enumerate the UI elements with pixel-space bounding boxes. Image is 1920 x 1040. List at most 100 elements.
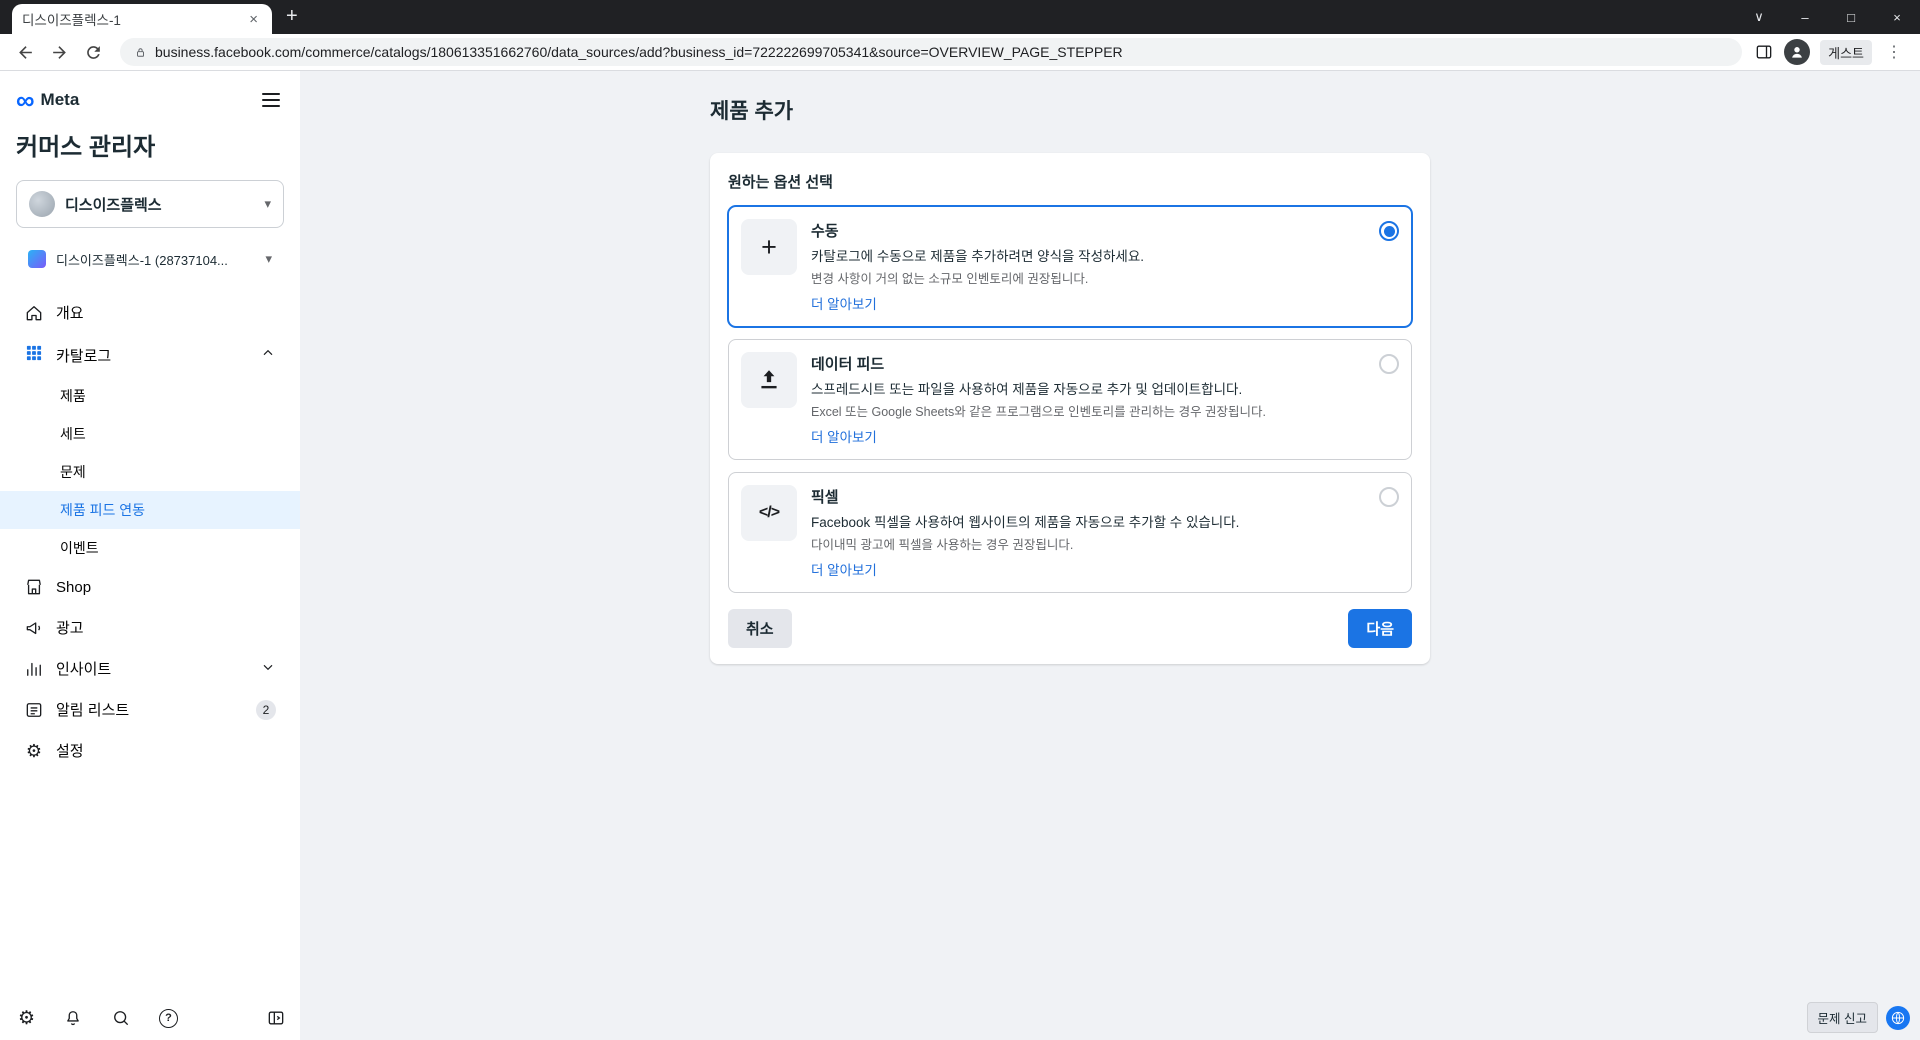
- window-controls: ∨ – □ ×: [1736, 0, 1920, 34]
- window-chevron-icon[interactable]: ∨: [1736, 0, 1782, 34]
- tab-close-icon[interactable]: ×: [245, 11, 262, 28]
- forward-icon: [52, 45, 66, 59]
- learn-more-link[interactable]: 더 알아보기: [811, 293, 877, 313]
- option-title: 수동: [811, 223, 839, 240]
- radio-pixel[interactable]: [1379, 487, 1399, 507]
- bar-chart-icon: [27, 662, 41, 676]
- tab-title: 디스이즈플렉스-1: [22, 13, 121, 28]
- next-button[interactable]: 다음: [1348, 609, 1412, 648]
- cancel-button[interactable]: 취소: [728, 609, 792, 648]
- nav-label: 개요: [56, 305, 84, 322]
- nav-label: 광고: [56, 620, 84, 637]
- catalog-avatar: [28, 250, 46, 268]
- list-icon: [26, 702, 42, 717]
- gear-icon: ⚙: [25, 740, 43, 761]
- sidebar-bottom-bar: ⚙ ?: [18, 1008, 286, 1028]
- back-icon: [18, 45, 32, 59]
- grid-icon: [24, 343, 44, 367]
- business-selector[interactable]: 디스이즈플렉스 ▾: [16, 180, 284, 228]
- megaphone-icon: [26, 621, 41, 634]
- nav-label: Shop: [56, 578, 92, 596]
- meta-brand-text: Meta: [40, 90, 80, 109]
- sidebar-item-shop[interactable]: Shop: [16, 567, 284, 607]
- collapse-sidebar-button[interactable]: [266, 1008, 286, 1028]
- catalog-name: 디스이즈플렉스-1 (28737104...: [56, 252, 228, 268]
- radio-manual[interactable]: [1379, 221, 1399, 241]
- sidebar-subitem-events[interactable]: 이벤트: [0, 529, 300, 567]
- help-button[interactable]: ?: [159, 1008, 179, 1028]
- new-tab-button[interactable]: +: [272, 5, 312, 34]
- storefront-icon: [27, 579, 41, 595]
- address-bar[interactable]: business.facebook.com/commerce/catalogs/…: [120, 38, 1743, 66]
- nav-label: 인사이트: [56, 661, 112, 678]
- option-note: 변경 사항이 거의 없는 소규모 인벤토리에 권장됩니다.: [811, 272, 1089, 286]
- collapse-panel-icon: [268, 1011, 284, 1025]
- sidebar-subitem-products[interactable]: 제품: [0, 377, 300, 415]
- option-title: 픽셀: [811, 489, 839, 506]
- refresh-button[interactable]: [78, 37, 108, 67]
- sidebar-subitem-issues[interactable]: 문제: [0, 453, 300, 491]
- option-title: 데이터 피드: [811, 356, 885, 373]
- option-description: 카탈로그에 수동으로 제품을 추가하려면 양식을 작성하세요.: [811, 249, 1145, 264]
- learn-more-link[interactable]: 더 알아보기: [811, 426, 877, 446]
- sidebar-item-ads[interactable]: 광고: [16, 607, 284, 648]
- settings-button[interactable]: ⚙: [18, 1009, 35, 1028]
- search-button[interactable]: [111, 1008, 131, 1028]
- url-text: business.facebook.com/commerce/catalogs/…: [155, 44, 1123, 60]
- code-icon: </>: [741, 485, 797, 541]
- upload-icon: [741, 352, 797, 408]
- refresh-icon: [86, 45, 100, 59]
- language-button[interactable]: [1886, 1005, 1910, 1030]
- bell-icon: [67, 1011, 79, 1026]
- catalog-selector[interactable]: 디스이즈플렉스-1 (28737104... ▾: [16, 242, 284, 276]
- toolbar-right: 게스트 ⋮: [1754, 39, 1910, 65]
- profile-avatar[interactable]: [1784, 39, 1811, 65]
- option-pixel[interactable]: </> 픽셀 Facebook 픽셀을 사용하여 웹사이트의 제품을 자동으로 …: [728, 472, 1412, 593]
- window-maximize-button[interactable]: □: [1828, 0, 1874, 34]
- notifications-button[interactable]: [63, 1008, 83, 1028]
- sidebar-item-settings[interactable]: ⚙ 설정: [16, 730, 284, 771]
- card-title: 원하는 옵션 선택: [728, 174, 833, 191]
- business-name: 디스이즈플렉스: [65, 196, 162, 214]
- sidebar-item-insights[interactable]: 인사이트: [16, 648, 284, 689]
- option-data-feed[interactable]: 데이터 피드 스프레드시트 또는 파일을 사용하여 제품을 자동으로 추가 및 …: [728, 339, 1412, 460]
- sidebar-subitem-data-sources[interactable]: 제품 피드 연동: [0, 491, 300, 529]
- option-note: Excel 또는 Google Sheets와 같은 프로그램으로 인벤토리를 …: [811, 405, 1267, 419]
- sidebar-subitem-sets[interactable]: 세트: [0, 415, 300, 453]
- option-note: 다이내믹 광고에 픽셀을 사용하는 경우 권장됩니다.: [811, 538, 1074, 552]
- search-icon: [114, 1011, 129, 1026]
- window-minimize-button[interactable]: –: [1782, 0, 1828, 34]
- gear-icon: ⚙: [18, 1007, 36, 1029]
- forward-button[interactable]: [44, 37, 74, 67]
- options-card: 원하는 옵션 선택 + 수동 카탈로그에 수동으로 제품을 추가하려면 양식을 …: [710, 153, 1430, 664]
- lock-icon: [137, 47, 144, 57]
- sidebar-item-overview[interactable]: 개요: [16, 292, 284, 333]
- browser-menu-icon[interactable]: ⋮: [1882, 42, 1906, 62]
- meta-logo-icon: ∞: [16, 85, 35, 115]
- chevron-down-icon: [260, 659, 276, 679]
- option-description: 스프레드시트 또는 파일을 사용하여 제품을 자동으로 추가 및 업데이트합니다…: [811, 382, 1243, 397]
- browser-toolbar: business.facebook.com/commerce/catalogs/…: [0, 34, 1920, 71]
- page-title: 제품 추가: [710, 100, 794, 123]
- window-close-button[interactable]: ×: [1874, 0, 1920, 34]
- sidebar-item-catalog[interactable]: 카탈로그: [16, 333, 284, 377]
- question-icon: ?: [159, 1008, 179, 1028]
- main-content: 제품 추가 원하는 옵션 선택 + 수동 카탈로그에 수동으로 제품을 추가하려…: [300, 71, 1920, 1040]
- globe-icon: [1891, 1011, 1905, 1024]
- sidebar-item-alerts[interactable]: 알림 리스트 2: [16, 689, 284, 730]
- caret-down-icon: ▾: [265, 251, 272, 266]
- nav-label: 알림 리스트: [56, 702, 130, 719]
- side-panel-button[interactable]: [1754, 42, 1774, 62]
- person-icon: [1792, 47, 1802, 58]
- option-manual[interactable]: + 수동 카탈로그에 수동으로 제품을 추가하려면 양식을 작성하세요. 변경 …: [728, 206, 1412, 327]
- plus-icon: +: [741, 219, 797, 275]
- back-button[interactable]: [10, 37, 40, 67]
- guest-profile-chip[interactable]: 게스트: [1820, 39, 1872, 65]
- learn-more-link[interactable]: 더 알아보기: [811, 559, 877, 579]
- home-icon: [26, 305, 42, 320]
- browser-tab[interactable]: 디스이즈플렉스-1 ×: [12, 4, 272, 34]
- radio-data-feed[interactable]: [1379, 354, 1399, 374]
- hamburger-menu-icon[interactable]: [258, 89, 284, 111]
- report-problem-button[interactable]: 문제 신고: [1806, 1002, 1878, 1033]
- business-avatar: [29, 191, 55, 217]
